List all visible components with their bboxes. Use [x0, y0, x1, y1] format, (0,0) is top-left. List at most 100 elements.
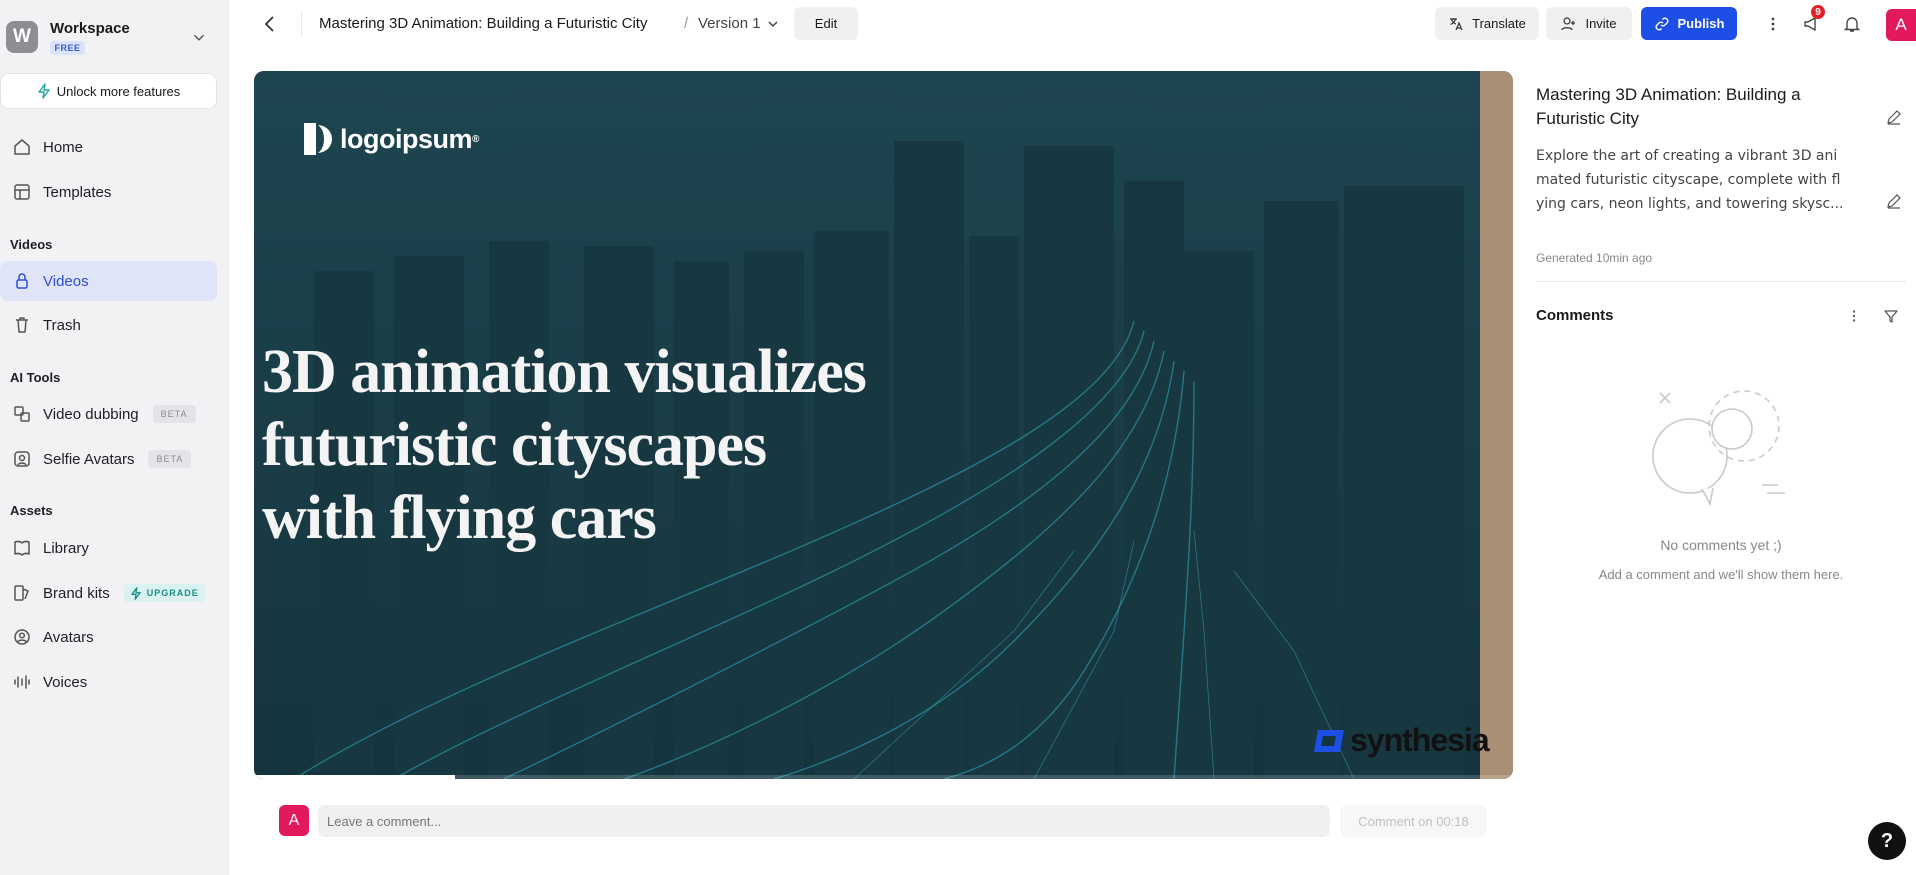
sidebar-item-label: Selfie Avatars — [43, 450, 135, 468]
video-description: Explore the art of creating a vibrant 3D… — [1536, 144, 1871, 216]
sidebar-item-brand-kits[interactable]: Brand kits UPGRADE — [0, 573, 217, 613]
logo-text: logoipsum — [340, 123, 473, 154]
comment-on-time-button[interactable]: Comment on 00:18 — [1340, 805, 1487, 837]
sidebar-item-label: Brand kits — [43, 584, 110, 602]
breadcrumb-separator: / — [684, 15, 689, 32]
sidebar-item-videos[interactable]: Videos — [0, 261, 217, 301]
edit-button[interactable]: Edit — [794, 7, 858, 40]
video-progress-fill — [254, 775, 456, 779]
more-options-icon[interactable] — [1761, 12, 1785, 36]
upgrade-badge[interactable]: UPGRADE — [123, 584, 205, 602]
description-line: mated futuristic cityscape, complete wit… — [1536, 172, 1841, 188]
version-dropdown[interactable]: Version 1 — [698, 15, 780, 32]
generated-timestamp: Generated 10min ago — [1536, 251, 1653, 265]
filter-icon[interactable] — [1879, 304, 1903, 328]
video-title-breadcrumb[interactable]: Mastering 3D Animation: Building a Futur… — [319, 15, 647, 32]
home-icon — [12, 137, 32, 157]
beta-badge: BETA — [148, 450, 192, 468]
dubbing-icon — [12, 404, 32, 424]
video-progress-track[interactable] — [254, 775, 1513, 779]
logo-registered: ® — [472, 133, 479, 145]
watermark-text: synthesia — [1350, 722, 1490, 758]
edit-description-icon[interactable] — [1885, 192, 1903, 210]
trash-icon — [12, 315, 32, 335]
section-videos: Videos — [10, 237, 53, 252]
sidebar-item-label: Trash — [43, 316, 81, 334]
video-headline: 3D animation visualizes futuristic citys… — [262, 336, 867, 555]
headline-line: futuristic cityscapes — [262, 411, 767, 479]
video-player[interactable]: logoipsum ® 3D animation visualizes futu… — [254, 71, 1513, 779]
bell-icon[interactable] — [1840, 12, 1864, 36]
synthesia-logo-icon — [1314, 729, 1344, 752]
sidebar-item-selfie-avatars[interactable]: Selfie Avatars BETA — [0, 439, 217, 479]
announcements-button[interactable]: 9 — [1800, 5, 1825, 36]
beta-badge: BETA — [152, 405, 196, 423]
logoipsum-mark-icon — [304, 123, 332, 155]
sidebar: W Workspace FREE Unlock more features Ho… — [0, 0, 229, 875]
unlock-label: Unlock more features — [56, 83, 181, 99]
user-add-icon — [1561, 16, 1576, 30]
workspace-switcher[interactable]: W Workspace FREE — [6, 18, 218, 56]
divider — [301, 12, 302, 36]
link-icon — [1655, 17, 1668, 30]
version-label: Version 1 — [698, 15, 761, 32]
sidebar-item-library[interactable]: Library — [0, 528, 217, 568]
translate-label: Translate — [1472, 16, 1526, 31]
notification-count: 9 — [1811, 5, 1825, 19]
brand-icon — [12, 583, 32, 603]
avatar-icon — [12, 627, 32, 647]
publish-button[interactable]: Publish — [1641, 7, 1737, 40]
empty-comments-title: No comments yet ;) — [1660, 537, 1782, 553]
headline-line: with flying cars — [262, 484, 657, 552]
sidebar-item-video-dubbing[interactable]: Video dubbing BETA — [0, 394, 217, 434]
sidebar-item-label: Voices — [43, 673, 88, 691]
help-button[interactable]: ? — [1868, 822, 1906, 860]
comments-more-icon[interactable] — [1842, 304, 1866, 328]
sidebar-item-voices[interactable]: Voices — [0, 662, 217, 702]
templates-icon — [12, 182, 32, 202]
sidebar-item-templates[interactable]: Templates — [0, 172, 217, 212]
sidebar-item-avatars[interactable]: Avatars — [0, 617, 217, 657]
lightning-icon — [38, 83, 50, 99]
comment-input[interactable] — [318, 805, 1330, 837]
translate-button[interactable]: Translate — [1435, 7, 1539, 40]
description-line: ying cars, neon lights, and towering sky… — [1536, 196, 1844, 212]
sidebar-item-trash[interactable]: Trash — [0, 305, 217, 345]
user-avatar[interactable]: A — [1886, 9, 1916, 41]
headline-line: 3D animation visualizes — [262, 338, 867, 406]
comments-heading: Comments — [1536, 307, 1614, 324]
invite-label: Invite — [1585, 16, 1617, 31]
publish-label: Publish — [1677, 16, 1725, 31]
chevron-down-icon — [768, 20, 778, 27]
sidebar-item-label: Videos — [43, 272, 89, 290]
chevron-down-icon — [193, 34, 205, 41]
invite-button[interactable]: Invite — [1546, 7, 1632, 40]
upgrade-label: UPGRADE — [146, 588, 199, 598]
back-arrow-icon[interactable] — [259, 13, 281, 35]
sidebar-item-home[interactable]: Home — [0, 127, 217, 167]
top-bar: Mastering 3D Animation: Building a Futur… — [229, 0, 1916, 48]
sidebar-item-label: Video dubbing — [43, 405, 139, 423]
empty-comments-subtitle: Add a comment and we'll show them here. — [1598, 567, 1844, 582]
video-edge-strip — [1480, 71, 1513, 779]
voice-icon — [12, 672, 32, 692]
translate-icon — [1450, 17, 1463, 30]
edit-title-icon[interactable] — [1885, 108, 1903, 126]
workspace-avatar: W — [6, 21, 38, 53]
sidebar-item-label: Templates — [43, 183, 112, 201]
commenter-avatar: A — [279, 805, 309, 836]
sidebar-item-label: Avatars — [43, 628, 94, 646]
section-ai-tools: AI Tools — [10, 370, 61, 385]
section-assets: Assets — [10, 503, 53, 518]
brand-logo: logoipsum ® — [302, 119, 479, 159]
description-line: Explore the art of creating a vibrant 3D… — [1536, 148, 1838, 164]
workspace-name: Workspace — [50, 19, 130, 37]
book-icon — [12, 538, 32, 558]
video-title: Mastering 3D Animation: Building a Futur… — [1536, 85, 1801, 128]
sidebar-item-label: Home — [43, 138, 84, 156]
lock-icon — [12, 271, 32, 291]
lightning-icon — [130, 586, 141, 600]
unlock-features-button[interactable]: Unlock more features — [0, 73, 217, 109]
empty-comments-illustration — [1652, 390, 1785, 507]
sidebar-item-label: Library — [43, 539, 89, 557]
